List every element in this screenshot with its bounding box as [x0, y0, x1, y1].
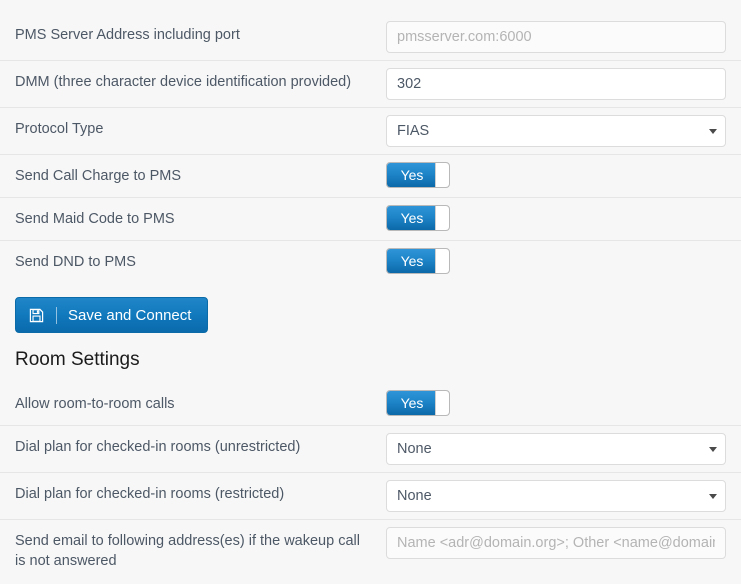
save-and-connect-label: Save and Connect [68, 306, 192, 324]
label-send-dnd: Send DND to PMS [15, 254, 136, 270]
save-icon [28, 307, 45, 324]
row-wakeup-email: Send email to following address(es) if t… [0, 520, 741, 584]
label-wakeup-email: Send email to following address(es) if t… [15, 533, 360, 569]
row-send-dnd: Send DND to PMS Yes [0, 241, 741, 283]
label-send-call-charge: Send Call Charge to PMS [15, 168, 182, 184]
room-settings-heading: Room Settings [0, 341, 741, 383]
send-dnd-toggle-label: Yes [387, 249, 437, 273]
row-protocol-type: Protocol Type FIAS [0, 108, 741, 155]
label-send-maid-code: Send Maid Code to PMS [15, 211, 175, 227]
toggle-knob [435, 206, 449, 230]
dmm-input[interactable] [386, 68, 726, 100]
pms-settings-form: PMS Server Address including port DMM (t… [0, 0, 741, 584]
label-dmm: DMM (three character device identificati… [15, 74, 352, 90]
label-pms-server-address: PMS Server Address including port [15, 27, 240, 43]
label-dial-plan-restricted: Dial plan for checked-in rooms (restrict… [15, 486, 285, 502]
send-maid-code-toggle[interactable]: Yes [386, 205, 450, 231]
row-dial-plan-restricted: Dial plan for checked-in rooms (restrict… [0, 473, 741, 520]
row-send-call-charge: Send Call Charge to PMS Yes [0, 155, 741, 198]
pms-server-address-input[interactable] [386, 21, 726, 53]
control-pms-server-address [386, 14, 741, 60]
label-protocol-type: Protocol Type [15, 121, 104, 137]
control-dial-plan-unrestricted: None [386, 426, 741, 472]
row-dmm: DMM (three character device identificati… [0, 61, 741, 108]
dial-plan-unrestricted-value: None [386, 433, 726, 465]
control-allow-room-to-room: Yes [386, 383, 741, 423]
send-call-charge-toggle-label: Yes [387, 163, 437, 187]
protocol-type-select[interactable]: FIAS [386, 115, 726, 147]
allow-room-to-room-toggle[interactable]: Yes [386, 390, 450, 416]
toggle-knob [435, 163, 449, 187]
control-protocol-type: FIAS [386, 108, 741, 154]
control-send-call-charge: Yes [386, 155, 741, 195]
button-divider [56, 306, 57, 324]
send-maid-code-toggle-label: Yes [387, 206, 437, 230]
toggle-knob [435, 249, 449, 273]
row-dial-plan-unrestricted: Dial plan for checked-in rooms (unrestri… [0, 426, 741, 473]
allow-room-to-room-toggle-label: Yes [387, 391, 437, 415]
control-wakeup-email [386, 520, 741, 566]
control-send-maid-code: Yes [386, 198, 741, 238]
save-button-row: Save and Connect [0, 283, 741, 341]
row-pms-server-address: PMS Server Address including port [0, 14, 741, 61]
row-allow-room-to-room: Allow room-to-room calls Yes [0, 383, 741, 426]
label-allow-room-to-room: Allow room-to-room calls [15, 396, 175, 412]
row-send-maid-code: Send Maid Code to PMS Yes [0, 198, 741, 241]
top-spacer [0, 0, 741, 14]
send-dnd-toggle[interactable]: Yes [386, 248, 450, 274]
toggle-knob [435, 391, 449, 415]
save-and-connect-button[interactable]: Save and Connect [15, 297, 209, 333]
dial-plan-unrestricted-select[interactable]: None [386, 433, 726, 465]
dial-plan-restricted-select[interactable]: None [386, 480, 726, 512]
protocol-type-select-value: FIAS [386, 115, 726, 147]
control-send-dnd: Yes [386, 241, 741, 281]
control-dial-plan-restricted: None [386, 473, 741, 519]
label-dial-plan-unrestricted: Dial plan for checked-in rooms (unrestri… [15, 439, 301, 455]
control-dmm [386, 61, 741, 107]
wakeup-email-input[interactable] [386, 527, 726, 559]
dial-plan-restricted-value: None [386, 480, 726, 512]
send-call-charge-toggle[interactable]: Yes [386, 162, 450, 188]
